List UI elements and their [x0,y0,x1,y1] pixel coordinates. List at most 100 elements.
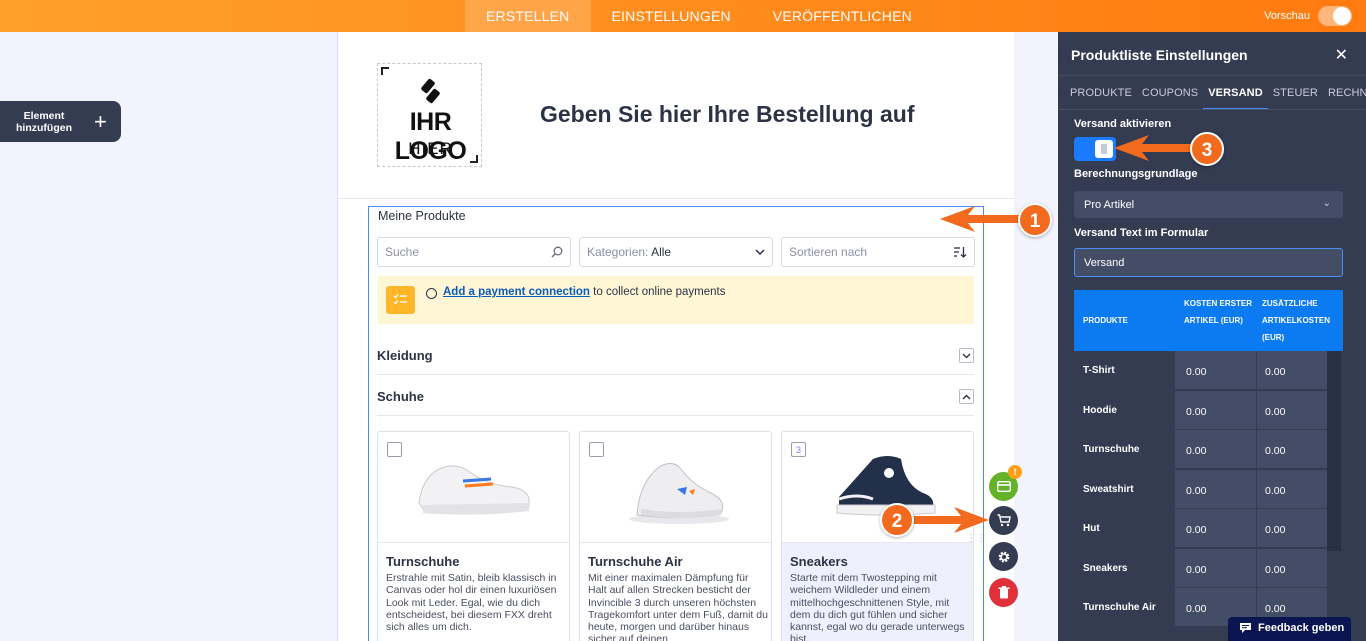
first-cost-input[interactable]: 0.00 [1175,548,1256,587]
payment-suffix: to collect online payments [589,286,726,298]
category-select[interactable]: Kategorien: Alle [579,237,773,267]
category-value: Alle [651,245,672,259]
first-cost-input[interactable]: 0.00 [1175,430,1256,468]
product-checkbox[interactable] [387,442,402,457]
add-payment-link[interactable]: Add a payment connection [443,286,590,298]
close-icon[interactable]: ✕ [1335,45,1348,65]
chevron-up-icon[interactable] [959,389,974,404]
logo-text-line2: HIER [408,139,453,158]
table-row: Hoodie 0.00 0.00 [1074,390,1343,431]
top-bar: ERSTELLEN EINSTELLUNGEN VERÖFFENTLICHEN … [0,0,1366,32]
top-nav: ERSTELLEN EINSTELLUNGEN VERÖFFENTLICHEN [465,0,933,32]
toggle-knob [1101,144,1107,154]
tab-versand[interactable]: VERSAND [1203,76,1268,109]
enable-shipping-label: Versand aktivieren [1074,118,1172,130]
annotation-badge-1: 1 [1018,203,1052,237]
warning-badge: ! [1008,465,1022,479]
basis-value: Pro Artikel [1084,199,1135,211]
category-select-text: Kategorien: Alle [587,245,671,259]
tab-produkte[interactable]: PRODUKTE [1065,76,1137,109]
form-header: IHR LOGO HIER Geben Sie hier Ihre Bestel… [338,32,1014,199]
header-products: PRODUKTE [1083,316,1128,325]
sort-select[interactable]: Sortieren nach [781,237,975,267]
product-list-widget[interactable]: Meine Produkte Suche Kategorien: Alle So… [368,206,984,641]
product-card[interactable]: Turnschuhe Air Mit einer maximalen Dämpf… [579,431,772,641]
trash-icon [998,586,1009,599]
first-cost-input[interactable]: 0.00 [1175,469,1256,508]
product-description: Erstrahle mit Satin, bleib klassisch in … [386,572,557,634]
plus-icon: + [94,108,107,134]
search-input[interactable]: Suche [377,237,571,267]
tab-rechnung[interactable]: RECHNUNG [1323,76,1366,109]
enable-shipping-toggle[interactable] [1074,137,1116,161]
product-checkbox[interactable] [589,442,604,457]
corner-mark [381,67,389,75]
payment-radio[interactable] [426,288,437,299]
extra-cost-input[interactable]: 0.00 [1257,548,1327,587]
tab-erstellen[interactable]: ERSTELLEN [465,0,591,32]
cart-button[interactable] [989,506,1018,535]
extra-cost-input[interactable]: 0.00 [1257,390,1327,429]
basis-label: Berechnungsgrundlage [1074,168,1198,180]
extra-cost-input[interactable]: 0.00 [1257,430,1327,468]
tab-veroeffentlichen[interactable]: VERÖFFENTLICHEN [752,0,933,32]
tab-einstellungen[interactable]: EINSTELLUNGEN [591,0,752,32]
tab-coupons[interactable]: COUPONS [1137,76,1203,109]
header-first-cost: KOSTEN ERSTER ARTIKEL (EUR) [1184,299,1253,325]
product-description: Mit einer maximalen Dämpfung für Halt au… [588,572,768,641]
panel-title: Produktliste Einstellungen [1071,47,1248,63]
shipping-cost-table: PRODUKTE KOSTEN ERSTER ARTIKEL (EUR) ZUS… [1074,290,1343,641]
row-product: Hut [1083,523,1100,534]
shipping-text-label: Versand Text im Formular [1074,227,1209,239]
filter-row: Suche Kategorien: Alle Sortieren nach [377,237,975,267]
preview-toggle[interactable] [1318,6,1352,26]
table-header: PRODUKTE KOSTEN ERSTER ARTIKEL (EUR) ZUS… [1074,290,1343,351]
sort-icon [954,247,967,258]
product-card[interactable]: Turnschuhe Erstrahle mit Satin, bleib kl… [377,431,570,641]
sneaker-black-image [836,456,936,516]
chevron-down-icon[interactable] [959,348,974,363]
chevron-down-icon [755,249,765,255]
shipping-text-input[interactable]: Versand [1074,248,1343,277]
page-title[interactable]: Geben Sie hier Ihre Bestellung auf [540,101,914,128]
logo-placeholder[interactable]: IHR LOGO HIER [377,63,482,167]
annotation-badge-3: 3 [1190,132,1224,166]
cart-icon [997,514,1011,527]
extra-cost-input[interactable]: 0.00 [1257,469,1327,508]
category-kleidung[interactable]: Kleidung [377,335,974,375]
product-name: Turnschuhe [386,554,460,569]
first-cost-input[interactable]: 0.00 [1175,351,1256,389]
tab-steuer[interactable]: STEUER [1268,76,1323,109]
table-row: T-Shirt 0.00 0.00 [1074,351,1343,391]
row-product: Turnschuhe [1083,444,1140,455]
table-row: Turnschuhe 0.00 0.00 [1074,430,1343,470]
drag-handle-icon[interactable]: ⋮⋮ [966,534,986,544]
add-element-button[interactable]: Element hinzufügen + [0,101,121,142]
product-description: Starte mit dem Twostepping mit weichem W… [790,572,965,641]
left-canvas: Element hinzufügen + [0,32,338,641]
delete-button[interactable] [989,578,1018,607]
basis-select[interactable]: Pro Artikel ⌄ [1074,191,1343,218]
category-schuhe[interactable]: Schuhe [377,376,974,416]
feedback-button[interactable]: Feedback geben [1228,617,1351,641]
form-canvas: IHR LOGO HIER Geben Sie hier Ihre Bestel… [338,32,1014,641]
product-name: Sneakers [790,554,848,569]
card-icon [996,481,1011,492]
first-cost-input[interactable]: 0.00 [1175,509,1256,547]
sneaker-air-image [629,463,729,524]
category-label: Kategorien: [587,245,649,259]
settings-button[interactable] [989,542,1018,571]
canvas-gutter [1014,32,1058,641]
chevron-down-icon: ⌄ [1322,198,1331,209]
first-cost-input[interactable]: 0.00 [1175,390,1256,429]
sneaker-white-image [418,465,530,515]
product-checkbox[interactable]: 3 [791,442,806,457]
search-icon [551,246,563,258]
payment-notice: Add a payment connection to collect onli… [377,276,974,324]
extra-cost-input[interactable]: 0.00 [1257,509,1327,547]
chat-icon [1240,623,1251,633]
preview-control: Vorschau [1264,6,1352,26]
table-row: Sneakers 0.00 0.00 [1074,548,1343,589]
extra-cost-input[interactable]: 0.00 [1257,351,1327,389]
product-card[interactable]: 3 Sneakers Starte mit dem Twostepping mi… [781,431,974,641]
